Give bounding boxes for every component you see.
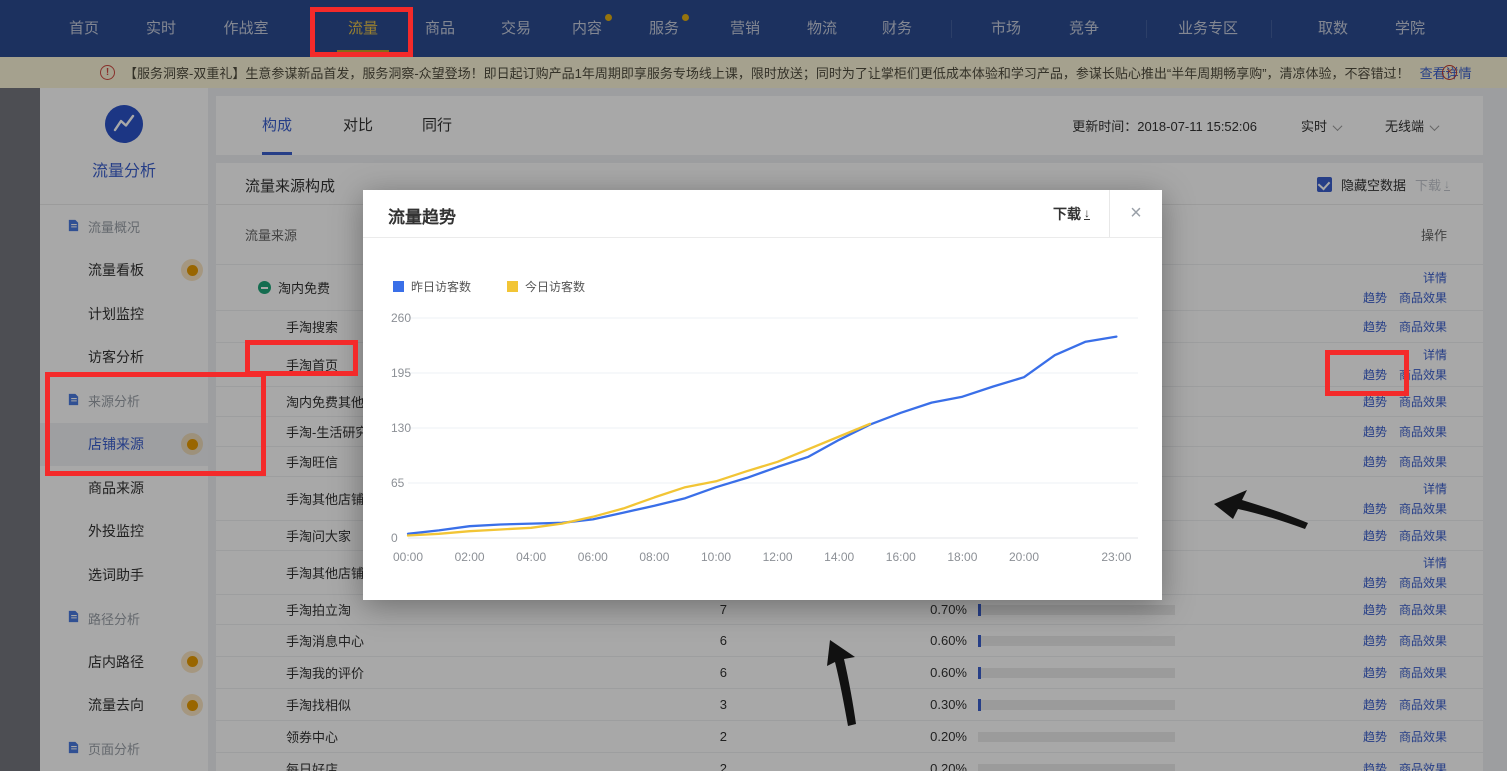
- x-tick-label: 06:00: [578, 550, 608, 564]
- modal-header: 流量趋势 下载↓ ×: [363, 190, 1162, 238]
- y-tick-label: 65: [391, 476, 405, 490]
- legend-item-昨日访客数[interactable]: 昨日访客数: [393, 278, 471, 295]
- download-icon: ↓: [1084, 208, 1090, 220]
- modal-close-button[interactable]: ×: [1110, 190, 1162, 237]
- x-tick-label: 02:00: [455, 550, 485, 564]
- modal-download-button[interactable]: 下载↓: [1053, 204, 1090, 224]
- legend-label: 今日访客数: [525, 278, 585, 295]
- legend-label: 昨日访客数: [411, 278, 471, 295]
- x-tick-label: 10:00: [701, 550, 731, 564]
- x-tick-label: 16:00: [886, 550, 916, 564]
- x-tick-label: 18:00: [947, 550, 977, 564]
- y-tick-label: 260: [391, 311, 411, 325]
- modal-title: 流量趋势: [388, 203, 456, 228]
- modal-body: 昨日访客数 今日访客数 260 195 130 65 0 00:00 02:00 04:00 06…: [363, 238, 1162, 599]
- app-root: 首页实时作战室流量商品交易内容服务营销物流财务市场竞争业务专区取数学院 ! 【服…: [0, 0, 1507, 771]
- legend-swatch: [507, 281, 518, 292]
- y-tick-label: 0: [391, 531, 398, 545]
- traffic-trend-modal: 流量趋势 下载↓ × 昨日访客数 今日访客数 260 195 130 65 0 00:00 0…: [363, 190, 1162, 600]
- x-tick-label: 23:00: [1101, 550, 1131, 564]
- y-tick-label: 130: [391, 421, 411, 435]
- x-tick-label: 12:00: [763, 550, 793, 564]
- x-tick-label: 08:00: [639, 550, 669, 564]
- series-line-昨日访客数: [408, 337, 1116, 534]
- chart-legend: 昨日访客数 今日访客数: [393, 278, 585, 295]
- legend-swatch: [393, 281, 404, 292]
- x-tick-label: 20:00: [1009, 550, 1039, 564]
- y-tick-label: 195: [391, 366, 411, 380]
- x-tick-label: 00:00: [393, 550, 423, 564]
- series-line-今日访客数: [408, 424, 870, 536]
- x-tick-label: 14:00: [824, 550, 854, 564]
- legend-item-今日访客数[interactable]: 今日访客数: [507, 278, 585, 295]
- x-tick-label: 04:00: [516, 550, 546, 564]
